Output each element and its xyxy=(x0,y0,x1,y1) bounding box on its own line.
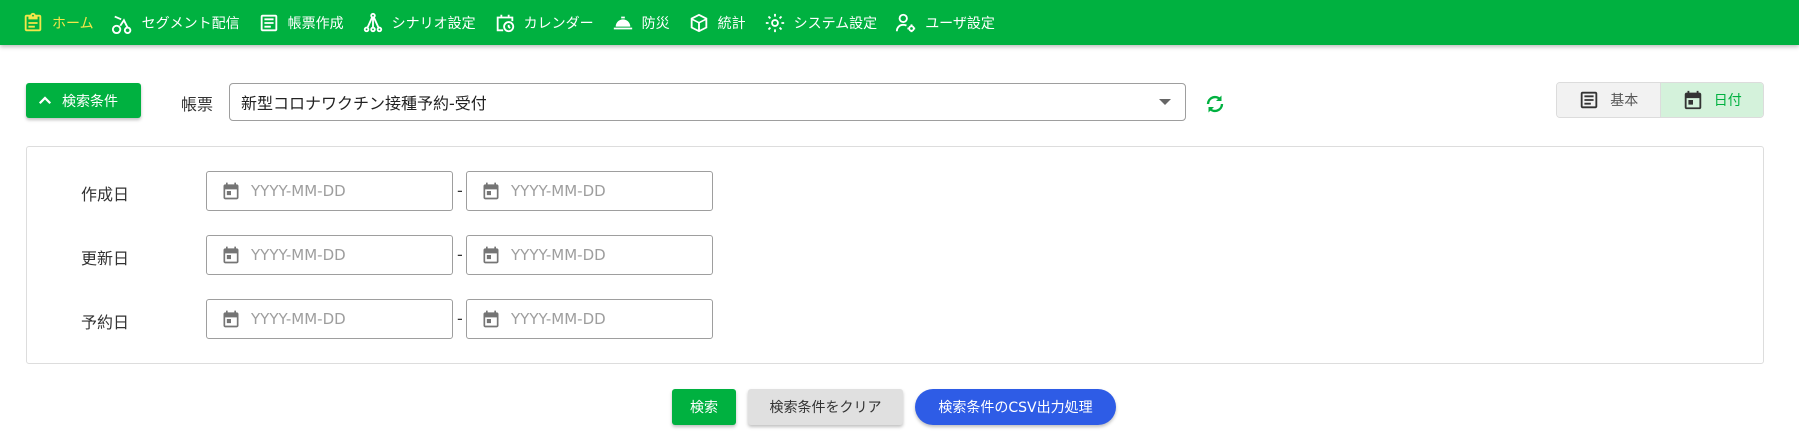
reservation-date-from-input[interactable]: YYYY-MM-DD xyxy=(206,299,453,339)
nav-item-label: シナリオ設定 xyxy=(391,15,476,32)
search-conditions-toggle-button[interactable]: 検索条件 xyxy=(26,83,141,118)
refresh-icon[interactable] xyxy=(1203,92,1227,116)
toggle-label: 検索条件 xyxy=(62,93,118,110)
nav-item-label: ホーム xyxy=(52,15,94,32)
created-date-label: 作成日 xyxy=(81,185,130,204)
nav-item-form[interactable]: 帳票作成 xyxy=(258,0,344,45)
calendar-icon xyxy=(223,246,239,264)
nav-item-label: 統計 xyxy=(717,15,746,32)
gear-icon xyxy=(765,13,784,32)
view-mode-toggle: 基本 日付 xyxy=(1556,82,1764,118)
nav-item-calendar[interactable]: カレンダー xyxy=(494,0,594,45)
nav-item-home[interactable]: ホーム xyxy=(22,0,94,45)
calendar-icon xyxy=(1684,90,1701,110)
chevron-down-icon xyxy=(1159,99,1171,105)
helmet-icon xyxy=(613,16,632,29)
created-date-to-input[interactable]: YYYY-MM-DD xyxy=(466,171,713,211)
nav-item-label: ユーザ設定 xyxy=(925,15,995,32)
form-select-label: 帳票 xyxy=(181,95,214,114)
calendar-icon xyxy=(483,182,499,200)
nav-item-label: カレンダー xyxy=(523,15,594,32)
chevron-up-icon xyxy=(38,95,52,104)
form-select-value: 新型コロナワクチン接種予約-受付 xyxy=(241,94,487,113)
nav-item-label: 帳票作成 xyxy=(287,15,344,32)
updated-date-to-input[interactable]: YYYY-MM-DD xyxy=(466,235,713,275)
calendar-clock-icon xyxy=(496,14,514,32)
nav-item-disaster[interactable]: 防災 xyxy=(612,0,670,45)
calendar-icon xyxy=(223,310,239,328)
reservation-date-to-input[interactable]: YYYY-MM-DD xyxy=(466,299,713,339)
nav-item-label: システム設定 xyxy=(793,15,878,32)
calendar-icon xyxy=(483,246,499,264)
document-icon xyxy=(1581,91,1598,109)
view-basic-button[interactable]: 基本 xyxy=(1557,83,1660,117)
nav-item-segment[interactable]: セグメント配信 xyxy=(111,0,240,45)
clear-conditions-button[interactable]: 検索条件をクリア xyxy=(748,389,903,425)
view-date-button[interactable]: 日付 xyxy=(1659,83,1763,117)
view-basic-label: 基本 xyxy=(1610,93,1639,109)
updated-date-label: 更新日 xyxy=(81,249,130,268)
range-separator: - xyxy=(457,245,463,264)
document-icon xyxy=(260,14,277,31)
calendar-icon xyxy=(223,182,239,200)
csv-export-button[interactable]: 検索条件のCSV出力処理 xyxy=(915,389,1116,425)
date-placeholder: YYYY-MM-DD xyxy=(251,182,346,200)
date-placeholder: YYYY-MM-DD xyxy=(511,182,606,200)
reservation-date-label: 予約日 xyxy=(81,313,130,332)
sitemap-icon xyxy=(363,12,382,32)
nav-item-system-settings[interactable]: システム設定 xyxy=(764,0,878,45)
cube-icon xyxy=(690,13,707,32)
created-date-from-input[interactable]: YYYY-MM-DD xyxy=(206,171,453,211)
form-select[interactable]: 新型コロナワクチン接種予約-受付 xyxy=(229,83,1186,121)
nav-item-scenario[interactable]: シナリオ設定 xyxy=(362,0,476,45)
nav-item-stats[interactable]: 統計 xyxy=(688,0,746,45)
nav-item-label: 防災 xyxy=(641,15,670,32)
search-button[interactable]: 検索 xyxy=(672,389,736,425)
calendar-icon xyxy=(483,310,499,328)
top-nav-bar: ホーム セグメント配信 帳票作成 シナリオ設定 カレンダー 防災 統計 システム… xyxy=(0,0,1799,45)
date-placeholder: YYYY-MM-DD xyxy=(251,310,346,328)
bicycle-icon xyxy=(111,15,131,34)
date-filter-panel: 作成日 YYYY-MM-DD - YYYY-MM-DD 更新日 YYYY-MM-… xyxy=(26,146,1764,364)
range-separator: - xyxy=(457,181,463,200)
date-placeholder: YYYY-MM-DD xyxy=(511,310,606,328)
view-date-label: 日付 xyxy=(1713,93,1742,109)
nav-item-user-settings[interactable]: ユーザ設定 xyxy=(895,0,995,45)
user-gear-icon xyxy=(896,13,916,32)
date-placeholder: YYYY-MM-DD xyxy=(251,246,346,264)
updated-date-from-input[interactable]: YYYY-MM-DD xyxy=(206,235,453,275)
range-separator: - xyxy=(457,309,463,328)
date-placeholder: YYYY-MM-DD xyxy=(511,246,606,264)
clipboard-icon xyxy=(24,12,42,31)
nav-item-label: セグメント配信 xyxy=(141,15,240,32)
